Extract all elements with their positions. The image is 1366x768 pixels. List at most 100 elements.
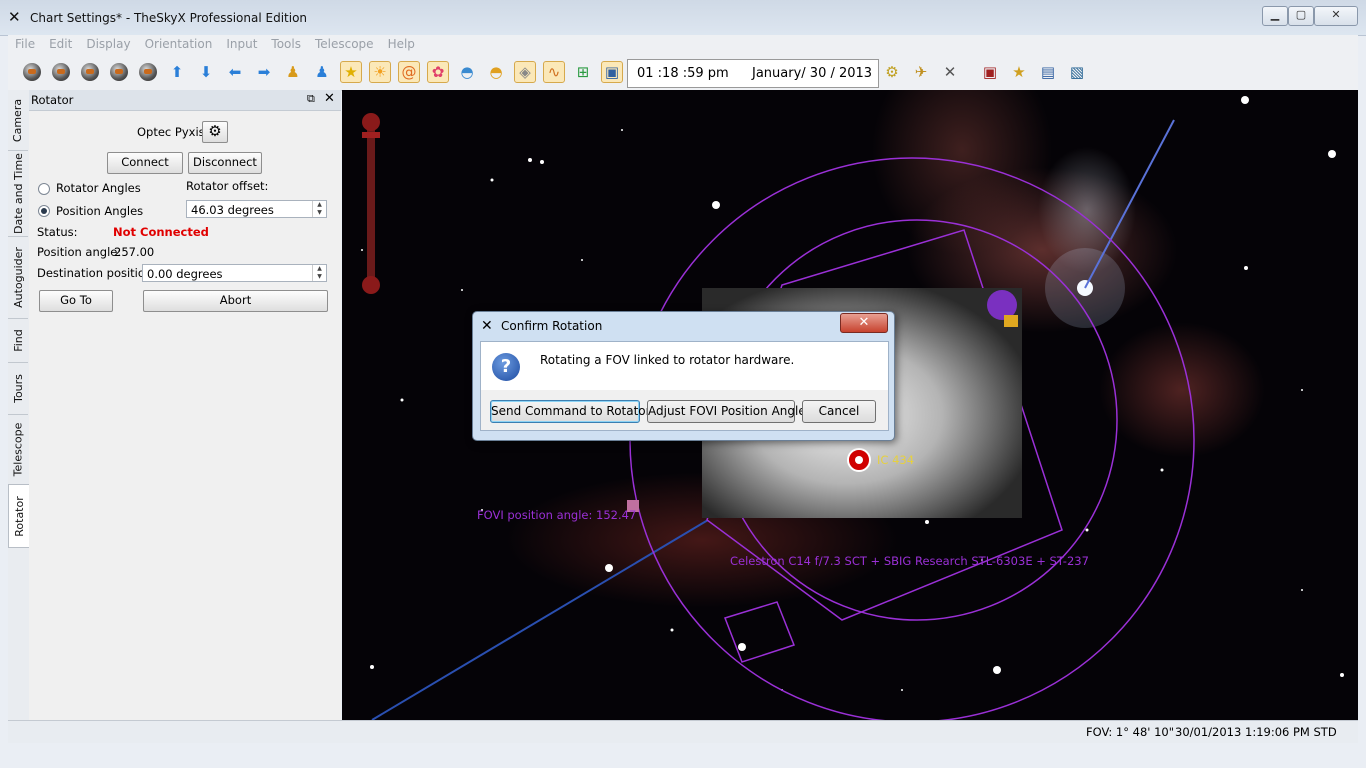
stars-icon[interactable]: ★ [340,61,362,83]
window-title: Chart Settings* - TheSkyX Professional E… [30,11,308,25]
rotator-angles-radio[interactable] [38,183,50,195]
dialog-close-button[interactable]: ✕ [840,313,888,333]
date-time-display[interactable]: 01 :18 :59 pm January/ 30 / 2013 [627,59,879,88]
dialog-x-logo-icon: ✕ [481,318,493,334]
device-settings-button[interactable]: ⚙ [202,121,228,143]
menu-display[interactable]: Display [79,35,137,51]
menu-help[interactable]: Help [381,35,422,51]
status-date: 30/01/2013 [1175,725,1242,739]
menu-input[interactable]: Input [219,35,264,51]
destination-value: 0.00 degrees [147,267,223,281]
disconnect-button[interactable]: Disconnect [188,152,262,174]
object-label: IC 434 [877,453,915,467]
rotator-angles-label: Rotator Angles [56,181,141,195]
go-to-button[interactable]: Go To [39,290,113,312]
menu-file[interactable]: File [8,35,42,51]
float-panel-icon[interactable]: ⧉ [307,92,315,106]
device-name: Optec Pyxis [137,125,205,139]
telescope-sync-icon[interactable] [50,61,72,83]
tab-autoguider[interactable]: Autoguider [8,236,28,319]
stop-time-icon[interactable]: ✕ [939,61,961,83]
instrument-label: Celestron C14 f/7.3 SCT + SBIG Research … [730,554,1089,568]
menu-edit[interactable]: Edit [42,35,79,51]
destination-label: Destination position: [37,266,157,280]
status-bar: FOV: 1° 48' 10" 30/01/2013 1:19:06 PM ST… [8,720,1358,743]
send-command-button[interactable]: Send Command to Rotator [490,400,651,423]
connect-button[interactable]: Connect [107,152,183,174]
report-icon[interactable]: ▤ [1037,61,1059,83]
rotator-panel: Rotator ⧉ ✕ Optec Pyxis ⚙ Connect Discon… [29,90,341,720]
tab-telescope[interactable]: Telescope [8,414,28,485]
nebula-icon[interactable]: ✿ [427,61,449,83]
dialog-message: Rotating a FOV linked to rotator hardwar… [540,353,795,367]
panel-header: Rotator ⧉ ✕ [29,90,341,111]
arrow-up-icon[interactable]: ⬆ [166,61,188,83]
line-lower [371,519,709,720]
telescope-park-icon[interactable] [108,61,130,83]
line-upper [1084,119,1175,289]
gear-icon: ⚙ [208,122,222,140]
date-display: January/ 30 / 2013 [752,66,873,81]
menu-orientation[interactable]: Orientation [138,35,220,51]
x-logo-icon: ✕ [8,8,21,26]
star-settings-icon[interactable]: ★ [1008,61,1030,83]
position-angles-label: Position Angles [56,204,144,218]
question-icon: ? [492,353,520,381]
destination-field[interactable]: 0.00 degrees ▲ ▼ [142,264,327,282]
menu-tools[interactable]: Tools [264,35,308,51]
close-window-button[interactable]: ✕ [1314,6,1358,26]
zoom-track[interactable] [367,125,375,285]
telescope-abort-icon[interactable] [79,61,101,83]
time-display: 01 :18 :59 pm [637,66,729,81]
rotator-offset-field[interactable]: 46.03 degrees ▲ ▼ [186,200,327,218]
menu-bar: File Edit Display Orientation Input Tools Tele… [8,35,1358,55]
panel-title: Rotator [31,93,74,107]
arrow-down-icon[interactable]: ⬇ [195,61,217,83]
title-bar: ✕ Chart Settings* - TheSkyX Professional… [0,0,1366,36]
tab-camera[interactable]: Camera [8,90,28,151]
zoom-thumb[interactable] [362,132,380,138]
arrow-left-icon[interactable]: ⬅ [224,61,246,83]
position-angle-value: 257.00 [114,245,155,259]
fov-readout: FOV: 1° 48' 10" [1086,725,1175,739]
position-angles-radio[interactable] [38,205,50,217]
minimize-button[interactable]: ▁ [1262,6,1288,26]
chart-icon[interactable]: ⊞ [572,61,594,83]
abort-button[interactable]: Abort [143,290,328,312]
horizon-icon[interactable]: ◓ [456,61,478,83]
tab-find[interactable]: Find [8,318,28,363]
computer-clock-icon[interactable]: ▣ [601,61,623,83]
menu-telescope[interactable]: Telescope [308,35,381,51]
arrow-right-icon[interactable]: ➡ [253,61,275,83]
photo-icon[interactable]: ◈ [514,61,536,83]
status-label: Status: [37,225,78,239]
zoom-out-icon[interactable] [362,276,380,294]
time-step-icon[interactable]: ⚙ [881,61,903,83]
offset-spinner-icon[interactable]: ▲ ▼ [312,201,326,217]
sun-icon[interactable]: ☀ [369,61,391,83]
rotator-offset-value: 46.03 degrees [191,203,274,217]
cancel-button[interactable]: Cancel [802,400,876,423]
image-link-icon[interactable]: ▧ [1066,61,1088,83]
adjust-fovi-button[interactable]: Adjust FOVI Position Angle [647,400,806,423]
observer-up-icon[interactable]: ♟ [282,61,304,83]
ground-icon[interactable]: ◓ [485,61,507,83]
observer-down-icon[interactable]: ♟ [311,61,333,83]
time-lapse-icon[interactable]: ✈ [910,61,932,83]
status-value: Not Connected [113,225,209,239]
telescope-find-icon[interactable] [137,61,159,83]
tab-date-and-time[interactable]: Date and Time [8,150,28,237]
telescope-slew-icon[interactable] [21,61,43,83]
rotator-offset-label: Rotator offset: [186,179,269,193]
film-icon[interactable]: ▣ [979,61,1001,83]
zoom-in-icon[interactable] [362,113,380,131]
dialog-body: ? Rotating a FOV linked to rotator hardw… [480,341,889,392]
galaxy-icon[interactable]: @ [398,61,420,83]
close-panel-icon[interactable]: ✕ [324,91,335,106]
graph-icon[interactable]: ∿ [543,61,565,83]
tab-tours[interactable]: Tours [8,362,28,415]
destination-spinner-icon[interactable]: ▲ ▼ [312,265,326,281]
status-time: 1:19:06 PM STD [1245,725,1337,739]
maximize-button[interactable]: ▢ [1288,6,1314,26]
tab-rotator[interactable]: Rotator [8,484,30,548]
